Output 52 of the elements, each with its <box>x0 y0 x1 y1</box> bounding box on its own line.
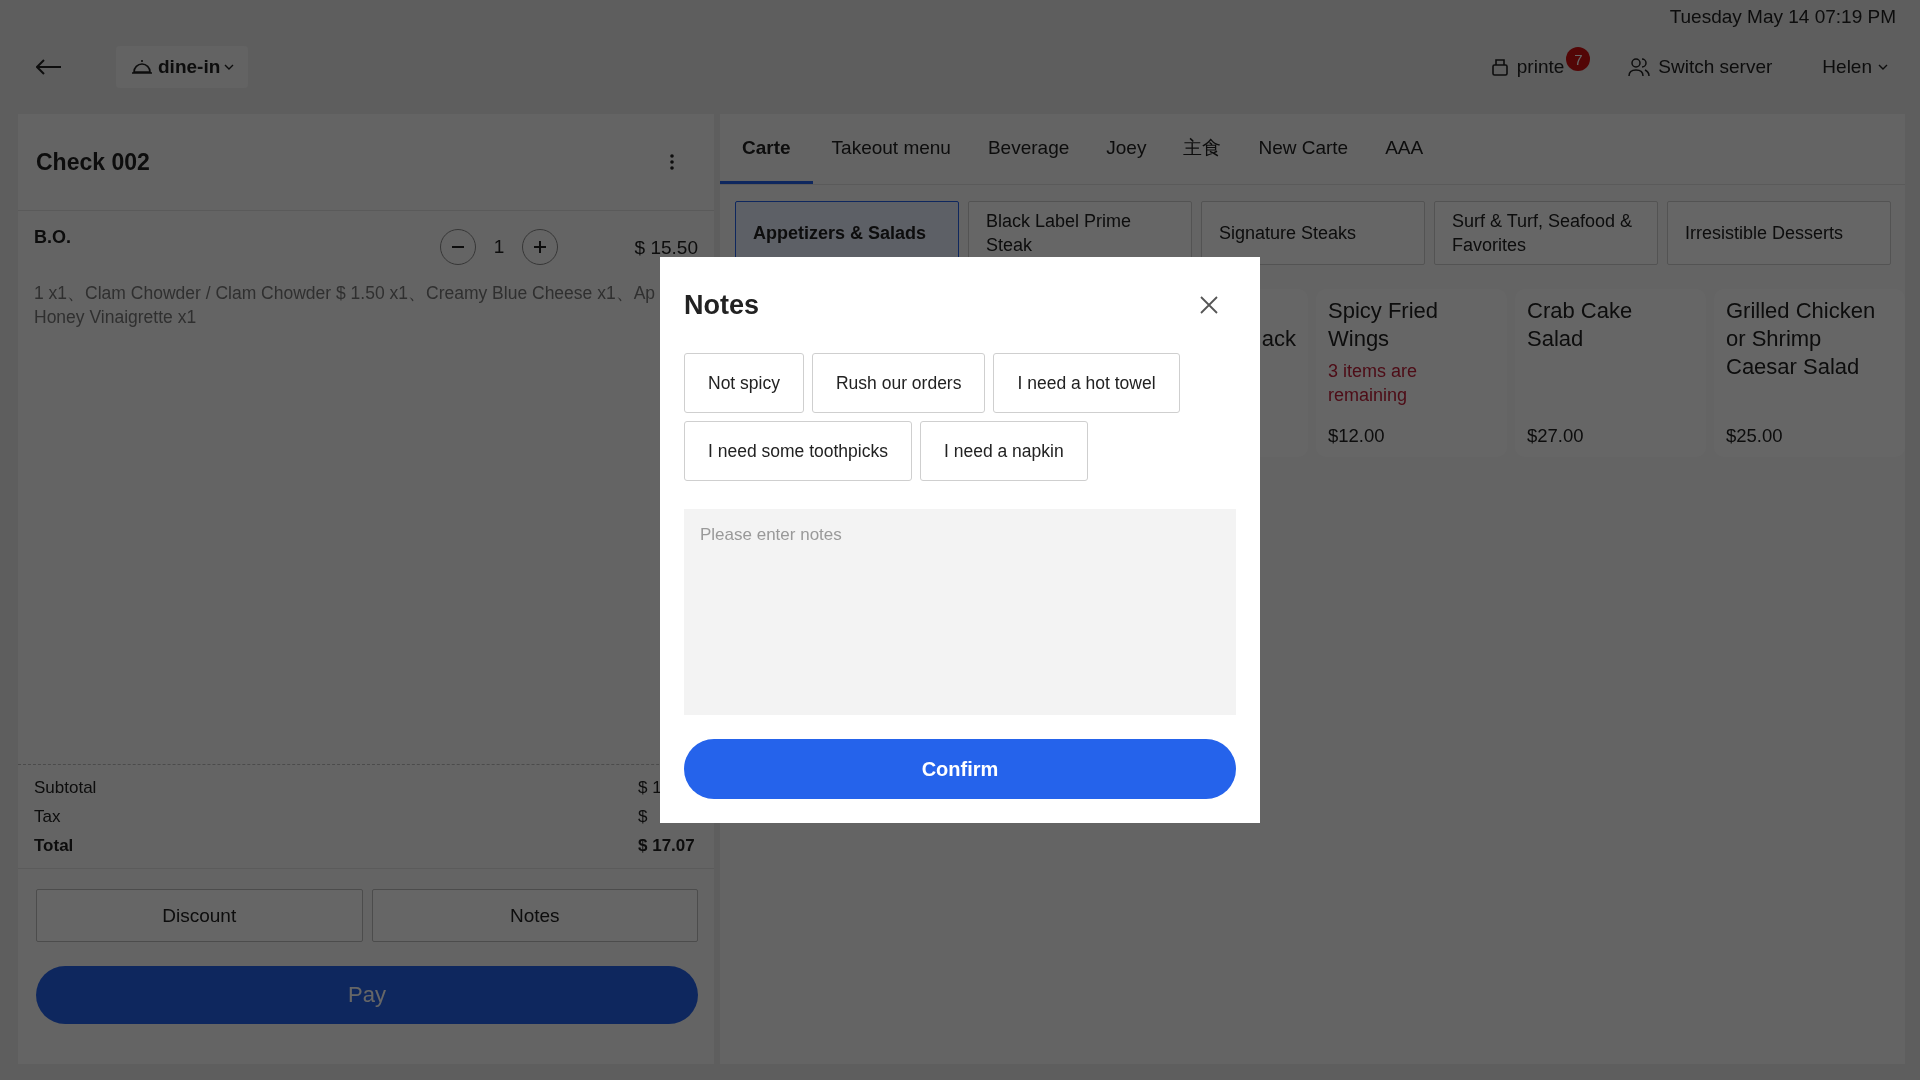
menu-tab[interactable]: New Carte <box>1240 114 1367 184</box>
summary-label: Tax <box>34 806 61 828</box>
notes-button[interactable]: Notes <box>371 889 698 942</box>
discount-button[interactable]: Discount <box>36 889 363 942</box>
pay-button[interactable]: Pay <box>36 966 698 1024</box>
menu-tab[interactable]: AAA <box>1367 114 1442 184</box>
item-price: $27.00 <box>1527 425 1585 447</box>
quick-note-chip[interactable]: Rush our orders <box>811 353 986 413</box>
user-menu[interactable]: Helen <box>1818 52 1892 82</box>
summary-value: $ <box>638 806 649 828</box>
menu-tab[interactable]: Carte <box>720 114 813 184</box>
confirm-button[interactable]: Confirm <box>684 739 1236 799</box>
check-title: Check 002 <box>36 148 150 176</box>
summary-value: $ 1 <box>638 777 663 799</box>
item-name: B.O. <box>34 226 72 248</box>
summary-value: $ 17.07 <box>638 835 696 857</box>
item-price: $ 15.50 <box>633 237 698 259</box>
stock-note: 3 items are remaining <box>1328 360 1419 407</box>
notes-field[interactable]: Please enter notes <box>684 509 1236 715</box>
date-time: Tuesday May 14 07:19 PM <box>1669 6 1896 29</box>
order-type-dropdown[interactable]: dine-in <box>116 46 249 88</box>
quick-note-chip[interactable]: Not spicy <box>684 353 804 413</box>
chevron-down-icon <box>224 64 235 70</box>
quick-note-chip[interactable]: I need a hot towel <box>993 353 1180 413</box>
category-button[interactable]: Signature Steaks <box>1201 201 1425 265</box>
menu-tab[interactable]: Takeout menu <box>813 114 969 184</box>
dialog-title: Notes <box>684 289 759 321</box>
quick-note-chip[interactable]: I need a napkin <box>919 421 1088 481</box>
minus-icon <box>452 246 464 248</box>
item-price: $25.00 <box>1726 425 1784 447</box>
users-icon <box>1628 57 1651 77</box>
item-name: ack <box>1261 325 1296 353</box>
cloche-icon <box>130 58 154 76</box>
quick-note-chip[interactable]: I need some toothpicks <box>684 421 912 481</box>
menu-tab[interactable]: Joey <box>1088 114 1165 184</box>
plus-icon <box>534 241 546 253</box>
summary-label: Subtotal <box>34 777 97 799</box>
category-button[interactable]: Irresistible Desserts <box>1667 201 1891 265</box>
chevron-down-icon <box>1878 64 1888 70</box>
notification-badge: 7 <box>1566 47 1591 71</box>
printer-button[interactable]: printe <box>1486 52 1569 82</box>
menu-tab[interactable]: Beverage <box>969 114 1088 184</box>
menu-tab[interactable]: 主食 <box>1165 114 1240 184</box>
item-name: Grilled Chicken or Shrimp Caesar Salad <box>1726 297 1877 381</box>
summary-label: Total <box>34 835 74 857</box>
category-button[interactable]: Surf & Turf, Seafood & Favorites <box>1434 201 1658 265</box>
item-price: $12.00 <box>1328 425 1386 447</box>
quantity: 1 <box>492 236 506 258</box>
switch-server-button[interactable]: Switch server <box>1624 52 1777 82</box>
item-name: Crab Cake Salad <box>1527 297 1634 353</box>
item-name: Spicy Fried Wings <box>1328 297 1440 353</box>
printer-icon <box>1490 57 1509 77</box>
